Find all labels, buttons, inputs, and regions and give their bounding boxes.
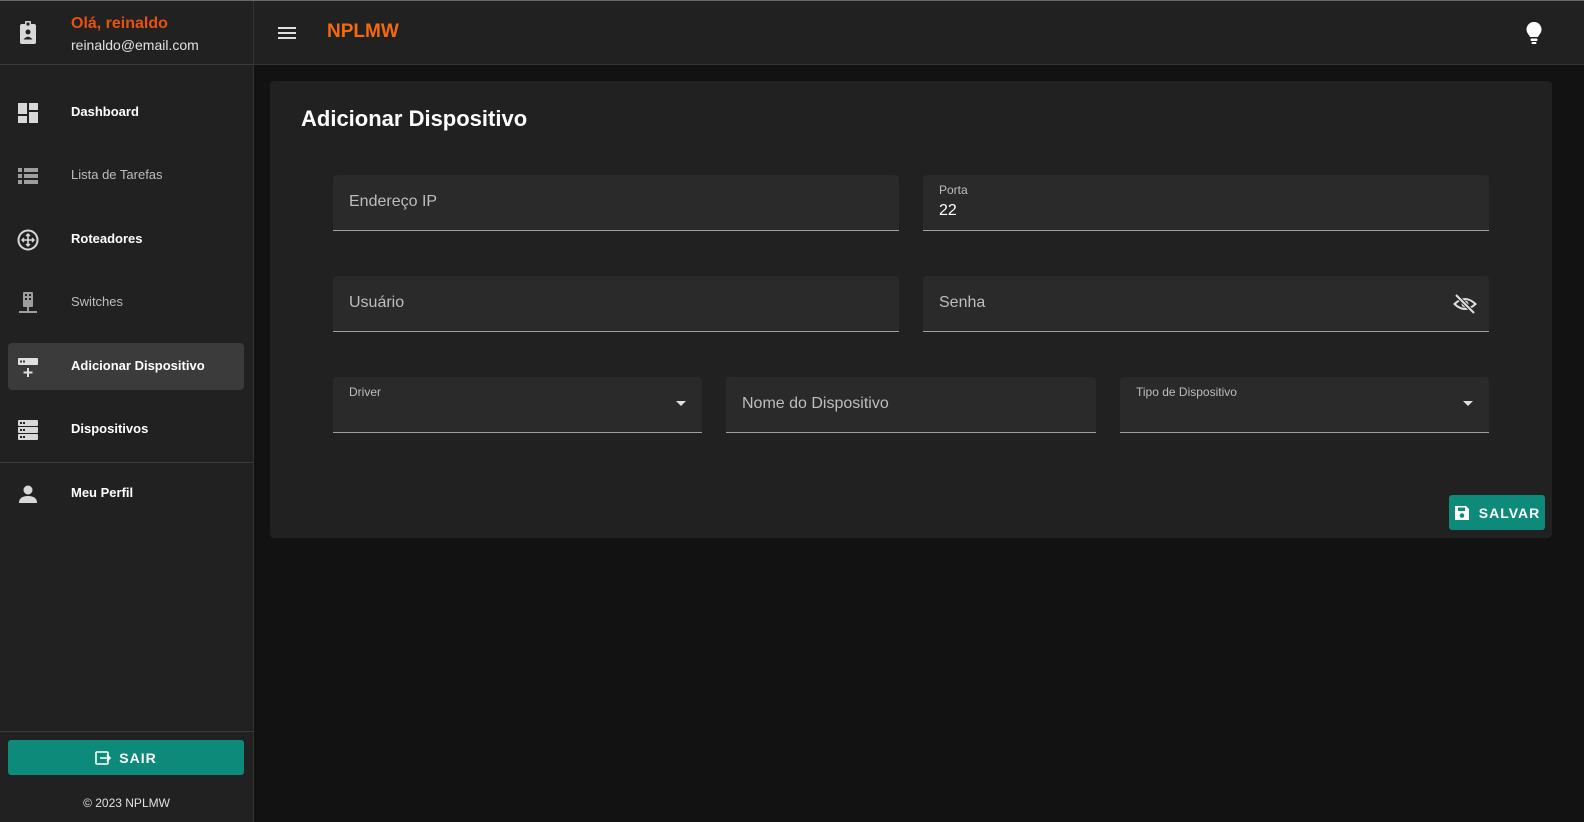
username-field[interactable]: Usuário xyxy=(333,276,899,332)
copyright: © 2023 NPLMW xyxy=(83,796,170,810)
sidebar: Olá, reinaldo reinaldo@email.com Dashboa… xyxy=(0,1,254,822)
chevron-down-icon xyxy=(1463,401,1473,406)
add-device-icon xyxy=(18,358,38,377)
password-field[interactable]: Senha xyxy=(923,276,1489,332)
user-greeting: Olá, reinaldo xyxy=(71,15,168,32)
user-email: reinaldo@email.com xyxy=(71,37,199,53)
port-field[interactable]: Porta 22 xyxy=(923,175,1489,231)
sidebar-item-dashboard[interactable]: Dashboard xyxy=(8,89,244,136)
driver-select[interactable]: Driver xyxy=(333,377,702,433)
device-name-placeholder: Nome do Dispositivo xyxy=(742,395,889,412)
device-type-label: Tipo de Dispositivo xyxy=(1136,385,1237,399)
top-border xyxy=(0,0,1584,1)
user-header: Olá, reinaldo reinaldo@email.com xyxy=(0,1,253,65)
logout-icon xyxy=(95,750,112,765)
driver-label: Driver xyxy=(349,385,381,399)
save-icon xyxy=(1454,505,1469,520)
chevron-down-icon xyxy=(676,401,686,406)
sidebar-item-task-list[interactable]: Lista de Tarefas xyxy=(8,152,244,199)
ip-address-placeholder: Endereço IP xyxy=(349,193,438,210)
port-label: Porta xyxy=(939,183,968,197)
dashboard-icon xyxy=(18,103,38,123)
sidebar-item-label: Switches xyxy=(71,294,124,309)
save-button[interactable]: SALVAR xyxy=(1449,495,1545,530)
port-value: 22 xyxy=(939,202,957,219)
visibility-off-icon[interactable] xyxy=(1453,292,1477,316)
password-placeholder: Senha xyxy=(939,294,986,311)
logout-label: SAIR xyxy=(119,749,157,766)
page-title: Adicionar Dispositivo xyxy=(301,106,528,131)
menu-icon[interactable] xyxy=(276,22,298,44)
sidebar-item-label: Meu Perfil xyxy=(71,485,134,500)
router-icon xyxy=(17,229,39,251)
sidebar-item-add-device[interactable]: Adicionar Dispositivo xyxy=(8,343,244,390)
sidebar-footer-divider xyxy=(0,731,253,732)
sidebar-item-label: Dashboard xyxy=(71,104,139,119)
nav-divider xyxy=(0,462,253,463)
device-name-field[interactable]: Nome do Dispositivo xyxy=(726,377,1096,433)
sidebar-item-label: Dispositivos xyxy=(71,421,149,436)
save-label: SALVAR xyxy=(1478,504,1541,521)
badge-icon xyxy=(20,21,36,44)
sidebar-item-label: Roteadores xyxy=(71,231,143,246)
logout-button[interactable]: SAIR xyxy=(8,740,244,775)
switch-icon xyxy=(19,292,37,313)
app-bar: NPLMW xyxy=(254,1,1584,65)
sidebar-item-routers[interactable]: Roteadores xyxy=(8,216,244,263)
add-device-card: Adicionar Dispositivo Endereço IP Porta … xyxy=(270,81,1552,538)
app-title: NPLMW xyxy=(327,21,399,42)
device-type-select[interactable]: Tipo de Dispositivo xyxy=(1120,377,1489,433)
ip-address-field[interactable]: Endereço IP xyxy=(333,175,899,231)
sidebar-item-devices[interactable]: Dispositivos xyxy=(8,406,244,453)
list-icon xyxy=(18,168,38,184)
sidebar-item-label: Lista de Tarefas xyxy=(71,167,163,182)
sidebar-item-label: Adicionar Dispositivo xyxy=(71,358,205,373)
sidebar-item-profile[interactable]: Meu Perfil xyxy=(8,470,244,517)
lightbulb-icon[interactable] xyxy=(1522,20,1546,46)
person-icon xyxy=(19,485,37,503)
devices-icon xyxy=(18,420,38,440)
sidebar-item-switches[interactable]: Switches xyxy=(8,279,244,326)
username-placeholder: Usuário xyxy=(349,294,405,311)
